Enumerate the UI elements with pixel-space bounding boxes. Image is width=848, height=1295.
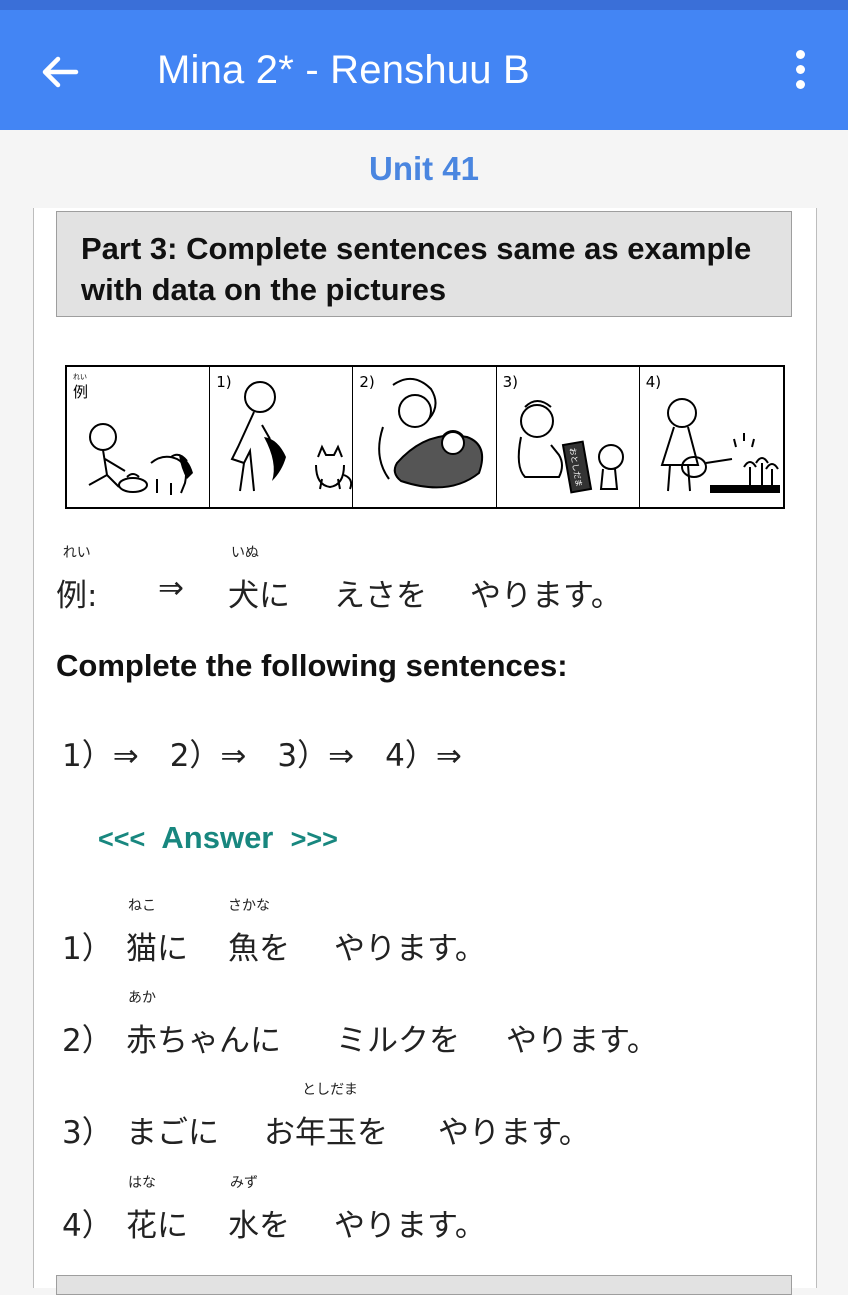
answer-word: あか 赤ちゃんに [126, 990, 281, 1059]
content-card: Part 3: Complete sentences same as examp… [33, 208, 817, 1295]
example-sentence: れい 例: ⇒ いぬ 犬に えさを やります。 [56, 545, 756, 614]
picture-panel-4: 4) [640, 367, 783, 507]
picture-panel-example: れい 例 [67, 367, 211, 507]
answer-line-1: 1） ねこ 猫に さかな 魚を やります。 [62, 898, 486, 967]
back-button[interactable] [38, 50, 82, 94]
answer-word: さかな 魚を [228, 898, 290, 967]
arrow-back-icon [42, 56, 79, 88]
unit-title: Unit 41 [368, 150, 480, 187]
unit-header: Unit 41 [0, 130, 848, 208]
person-giving-fish-to-cat-image [230, 381, 353, 492]
instruction-heading: Complete the following sentences: [56, 648, 568, 683]
picture-panel-1: 1) [210, 367, 354, 507]
example-arrow: ⇒ [158, 570, 184, 606]
app-title: Mina 2* - Renshuu B [157, 48, 530, 92]
answer-word: みず 水を [228, 1175, 290, 1244]
answer-word: としだま お年玉を [264, 1082, 388, 1151]
grandmother-giving-envelope-image: おとしだま [517, 400, 624, 494]
example-label: れい 例: [56, 545, 98, 614]
app-bar: Mina 2* - Renshuu B [0, 10, 848, 130]
answer-line-4: 4） はな 花に みず 水を やります。 [62, 1175, 486, 1244]
answer-toggle-button[interactable]: <<< Answer >>> [98, 820, 338, 856]
answer-line-2: 2） あか 赤ちゃんに ミルクを やります。 [62, 990, 658, 1059]
picture-panel-2: 2) [353, 367, 497, 507]
more-options-button[interactable] [786, 50, 814, 96]
answer-line-3: 3） まごに としだま お年玉を やります。 [62, 1082, 590, 1151]
answer-word: はな 花に [126, 1175, 188, 1244]
status-bar [0, 0, 848, 10]
part-header-box: Part 3: Complete sentences same as examp… [56, 211, 792, 317]
example-word-1: いぬ 犬に [228, 545, 290, 614]
picture-strip: れい 例 1) 2) 3) おとしだま 4) [65, 365, 785, 509]
picture-panel-3: 3) おとしだま [497, 367, 640, 507]
person-feeding-dog-image [88, 423, 193, 495]
example-word-3: やります。 [470, 578, 622, 614]
answer-word: ねこ 猫に [126, 898, 188, 967]
more-vert-icon [795, 50, 805, 59]
next-section-box [56, 1275, 792, 1295]
mother-feeding-baby-image [378, 378, 484, 489]
part-title: Part 3: Complete sentences same as examp… [81, 231, 752, 307]
example-word-2: えさを [334, 578, 427, 614]
blank-prompts: 1）⇒ 2）⇒ 3）⇒ 4）⇒ [62, 738, 462, 774]
person-watering-flowers-image [660, 398, 780, 493]
